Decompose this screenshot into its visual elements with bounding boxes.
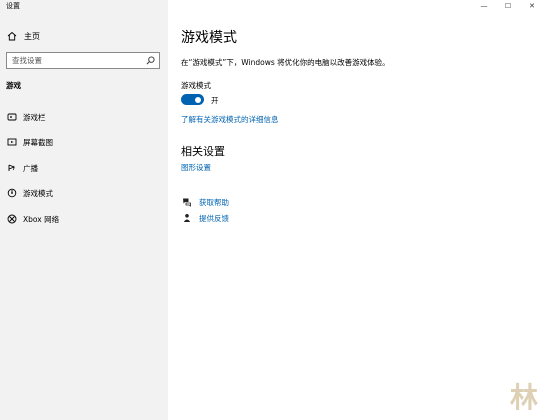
game-bar-icon bbox=[6, 111, 18, 123]
game-mode-toggle[interactable] bbox=[181, 94, 204, 105]
sidebar-item-label: 屏幕截图 bbox=[23, 137, 53, 147]
sidebar-item-game-bar[interactable]: 游戏栏 bbox=[6, 110, 46, 124]
page-title: 游戏模式 bbox=[181, 30, 237, 46]
get-help-row[interactable]: 获取帮助 bbox=[181, 196, 229, 208]
sidebar-item-label: Xbox 网络 bbox=[23, 214, 60, 224]
toggle-label: 游戏模式 bbox=[181, 81, 211, 90]
sidebar-item-captures[interactable]: 屏幕截图 bbox=[6, 135, 53, 149]
game-mode-icon bbox=[6, 187, 18, 199]
app-title: 设置 bbox=[6, 2, 20, 10]
sidebar-section-label: 游戏 bbox=[6, 81, 21, 90]
broadcast-icon bbox=[6, 162, 18, 174]
related-settings-title: 相关设置 bbox=[181, 145, 225, 158]
main-content: — ☐ ✕ 游戏模式 在“游戏模式”下，Windows 将优化你的电脑以改善游戏… bbox=[168, 0, 544, 420]
sidebar-item-label: 广播 bbox=[23, 163, 38, 173]
maximize-button[interactable]: ☐ bbox=[496, 0, 520, 12]
graphics-settings-link[interactable]: 图形设置 bbox=[181, 162, 211, 173]
home-icon bbox=[6, 30, 18, 42]
learn-more-link[interactable]: 了解有关游戏模式的详细信息 bbox=[181, 114, 279, 125]
minimize-button[interactable]: — bbox=[472, 0, 496, 12]
close-button[interactable]: ✕ bbox=[520, 0, 544, 12]
window-controls: — ☐ ✕ bbox=[472, 0, 544, 12]
home-nav-item[interactable]: 主页 bbox=[6, 29, 40, 43]
xbox-icon bbox=[6, 213, 18, 225]
page-description: 在“游戏模式”下，Windows 将优化你的电脑以改善游戏体验。 bbox=[181, 58, 390, 67]
watermark: 林 bbox=[509, 381, 538, 414]
chat-help-icon bbox=[181, 197, 192, 208]
feedback-icon bbox=[181, 213, 192, 224]
feedback-link[interactable]: 提供反馈 bbox=[199, 213, 229, 224]
search-input[interactable]: 查找设置 bbox=[7, 55, 143, 66]
toggle-state: 开 bbox=[211, 96, 219, 105]
sidebar-item-label: 游戏栏 bbox=[23, 112, 46, 122]
sidebar-item-label: 游戏模式 bbox=[23, 188, 53, 198]
sidebar-item-xbox-networking[interactable]: Xbox 网络 bbox=[6, 212, 59, 226]
home-label: 主页 bbox=[24, 31, 40, 41]
capture-icon bbox=[6, 136, 18, 148]
get-help-link[interactable]: 获取帮助 bbox=[199, 197, 229, 208]
sidebar-item-game-mode[interactable]: 游戏模式 bbox=[6, 186, 53, 200]
feedback-row[interactable]: 提供反馈 bbox=[181, 212, 229, 224]
sidebar-item-broadcasting[interactable]: 广播 bbox=[6, 161, 38, 175]
toggle-knob bbox=[195, 96, 201, 103]
sidebar: 设置 主页 查找设置 游戏 游戏栏 屏幕截图 广播 游戏模式 Xbox 网络 bbox=[0, 0, 168, 420]
search-box[interactable]: 查找设置 bbox=[6, 52, 160, 69]
search-icon[interactable] bbox=[143, 54, 157, 68]
